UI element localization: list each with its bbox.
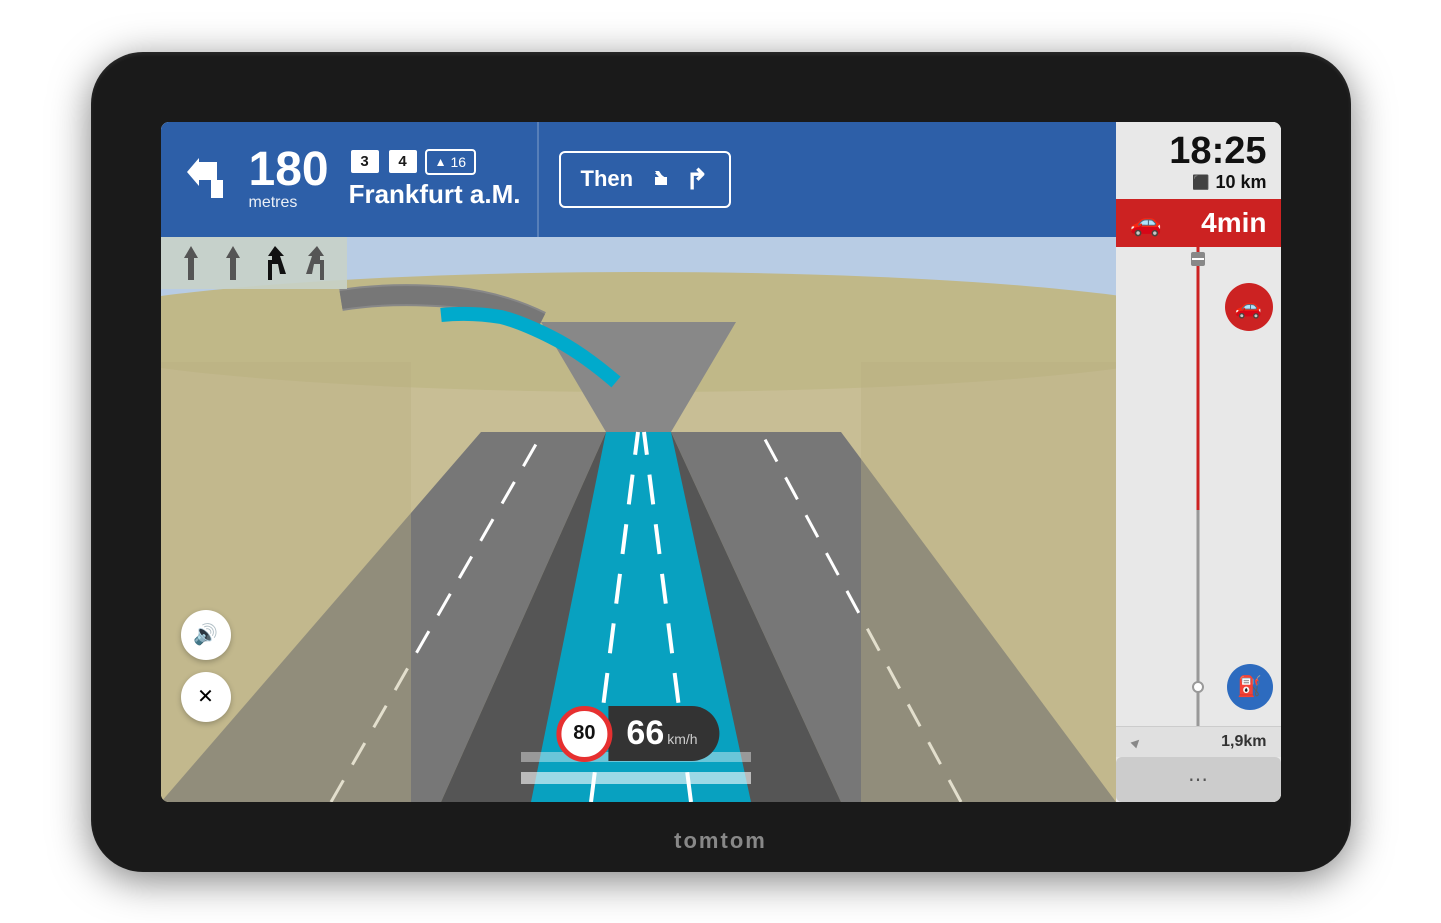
lane-indicators <box>161 237 347 289</box>
sound-icon: 🔊 <box>193 622 218 647</box>
traffic-icon: 🚗 <box>1225 283 1273 331</box>
map-area[interactable]: 180 metres 3 4 ▲ 16 Frankf <box>161 122 1116 802</box>
traffic-block: 🚗 4min <box>1116 199 1281 247</box>
speed-display: 80 66 km/h <box>556 706 719 762</box>
speed-limit-value: 80 <box>573 722 595 745</box>
lane-arrow-1 <box>177 245 205 281</box>
speed-unit: km/h <box>667 731 697 747</box>
then-box: Then ↱ <box>559 151 731 208</box>
route-sign-4: 4 <box>387 148 419 175</box>
brand-label: tomtom <box>674 828 767 854</box>
time-display: 18:25 <box>1130 132 1267 170</box>
distance-to-dest: 10 km <box>1215 172 1266 193</box>
time-block: 18:25 ⬛ 10 km <box>1116 122 1281 199</box>
current-speed-display: 66 km/h <box>608 706 719 761</box>
highway-sign: ▲ 16 <box>425 149 476 175</box>
speed-value: 66 <box>626 714 664 753</box>
navigation-bar: 180 metres 3 4 ▲ 16 Frankf <box>161 122 1116 237</box>
then-arrow-symbol: ↱ <box>685 163 708 196</box>
lane-arrow-3 <box>261 245 289 281</box>
right-panel: 18:25 ⬛ 10 km 🚗 4min <box>1116 122 1281 802</box>
distance-number: 180 <box>249 146 329 194</box>
compass-icon: ▲ <box>1126 731 1147 752</box>
device-shell: 180 metres 3 4 ▲ 16 Frankf <box>91 52 1351 872</box>
nav-instruction: 180 metres 3 4 ▲ 16 Frankf <box>161 122 539 237</box>
route-timeline: 🚗 ⛽ <box>1116 247 1281 726</box>
road-signs: 3 4 ▲ 16 Frankfurt a.M. <box>349 148 521 210</box>
highway-number: 16 <box>450 154 466 170</box>
speed-limit-sign: 80 <box>556 706 612 762</box>
screen: 180 metres 3 4 ▲ 16 Frankf <box>161 122 1281 802</box>
highway-icon: ▲ <box>435 155 447 169</box>
distance-unit: metres <box>249 194 298 212</box>
turn-arrow-icon <box>177 149 237 209</box>
traffic-delay: 4min <box>1201 207 1266 239</box>
close-button[interactable]: ✕ <box>181 672 231 722</box>
lane-arrow-4 <box>303 245 331 281</box>
destination-name: Frankfurt a.M. <box>349 179 521 210</box>
distance-block: 180 metres <box>249 146 329 212</box>
distance-to-dest-row: ⬛ 10 km <box>1130 170 1267 193</box>
sound-button[interactable]: 🔊 <box>181 610 231 660</box>
left-buttons: 🔊 ✕ <box>181 610 231 722</box>
close-icon: ✕ <box>197 684 214 709</box>
fuel-icon: ⛽ <box>1227 664 1273 710</box>
road-signs-row: 3 4 ▲ 16 <box>349 148 521 175</box>
lane-arrow-2 <box>219 245 247 281</box>
more-icon: ⋯ <box>1188 769 1208 791</box>
bottom-dist-row: ▲ 1,9km <box>1116 726 1281 757</box>
then-arrow-icon <box>645 165 673 193</box>
finish-flag-icon: ⬛ <box>1192 174 1209 191</box>
then-label: Then <box>581 166 634 192</box>
then-section: Then ↱ <box>539 122 751 237</box>
route-sign-3: 3 <box>349 148 381 175</box>
more-button[interactable]: ⋯ <box>1116 757 1281 802</box>
dist-nearby: 1,9km <box>1221 733 1266 751</box>
traffic-car-icon: 🚗 <box>1130 207 1162 238</box>
